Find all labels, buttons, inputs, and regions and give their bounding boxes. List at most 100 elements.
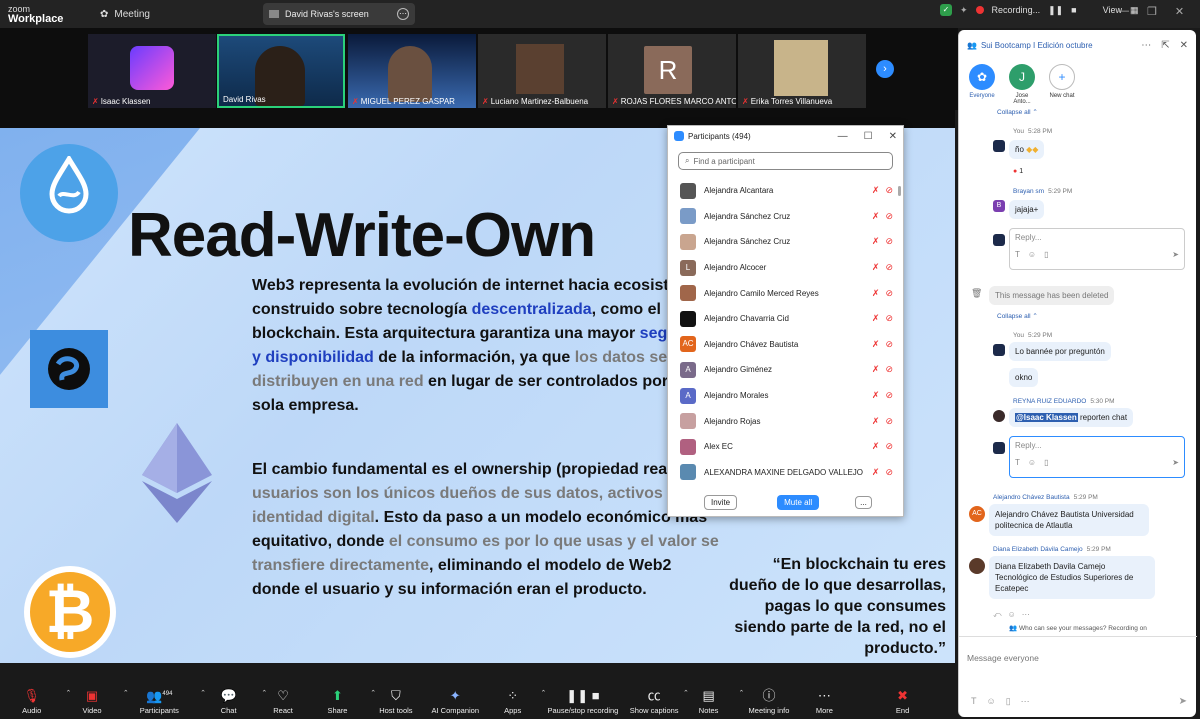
tab-jose[interactable]: J Jose Anto...	[1007, 64, 1037, 105]
end-button[interactable]: ✖ End	[847, 683, 958, 719]
audio-button[interactable]: 🎙 Audio ⌃	[0, 683, 71, 719]
pause-recording-button[interactable]: ❚❚ ■ Pause/stop recording	[538, 683, 627, 719]
video-off-icon[interactable]: ⊘	[885, 262, 893, 273]
tab-new-chat[interactable]: + New chat	[1047, 64, 1077, 105]
emoji-icon[interactable]: ☺	[1028, 250, 1036, 259]
close-window-icon[interactable]: ✕	[1175, 5, 1184, 18]
collapse-all-link[interactable]: Collapse all ⌃	[997, 108, 1038, 116]
file-icon[interactable]: ▯	[1044, 458, 1048, 467]
more-icon[interactable]: ⋯	[1141, 40, 1151, 51]
close-icon[interactable]: ✕	[1180, 40, 1188, 51]
pause-recording-icon[interactable]: ❚❚	[1048, 5, 1063, 16]
participant-row[interactable]: A Alejandro Morales ✗ ⊘	[668, 383, 903, 409]
video-off-icon[interactable]: ⊘	[885, 390, 893, 401]
message-bubble[interactable]: jajaja+	[1009, 200, 1045, 219]
video-off-icon[interactable]: ⊘	[885, 211, 893, 222]
participant-row[interactable]: AC Alejandro Chávez Bautista ✗ ⊘	[668, 332, 903, 358]
send-icon[interactable]: ➤	[1172, 458, 1179, 467]
tab-everyone[interactable]: ✿ Everyone	[967, 64, 997, 105]
muted-mic-icon[interactable]: ✗	[872, 236, 880, 247]
next-page-icon[interactable]: ›	[876, 60, 894, 78]
participant-row[interactable]: Alejandra Alcantara ✗ ⊘	[668, 178, 903, 204]
host-tools-button[interactable]: ⛉ Host tools	[368, 683, 423, 719]
video-tile[interactable]: ✗ Erika Torres Villanueva	[738, 34, 866, 108]
message-bubble[interactable]: okno	[1009, 368, 1039, 387]
sparkle-icon[interactable]: ✦	[960, 5, 968, 16]
invite-button[interactable]: Invite	[704, 494, 738, 510]
participant-row[interactable]: Alejandro Chavarria Cid ✗ ⊘	[668, 306, 903, 332]
message-bubble[interactable]: ño ◆◆	[1009, 140, 1045, 159]
video-off-icon[interactable]: ⊘	[885, 185, 893, 196]
video-off-icon[interactable]: ⊘	[885, 441, 893, 452]
muted-mic-icon[interactable]: ✗	[872, 313, 880, 324]
participant-row[interactable]: Alex EC ✗ ⊘	[668, 434, 903, 460]
muted-mic-icon[interactable]: ✗	[872, 262, 880, 273]
format-text-icon[interactable]: T	[971, 696, 977, 707]
video-off-icon[interactable]: ⊘	[885, 467, 893, 478]
message-bubble[interactable]: Diana Elizabeth Davila Camejo Tecnológic…	[989, 556, 1155, 599]
muted-mic-icon[interactable]: ✗	[872, 441, 880, 452]
more-icon[interactable]: ⋯	[1021, 696, 1030, 707]
emoji-icon[interactable]: ☺	[987, 696, 996, 707]
reaction-badge[interactable]: ● 1	[1013, 168, 1023, 175]
message-bubble[interactable]: @Isaac Klassen reporten chat	[1009, 408, 1134, 427]
participant-row[interactable]: Alejandro Rojas ✗ ⊘	[668, 408, 903, 434]
muted-mic-icon[interactable]: ✗	[872, 390, 880, 401]
mute-all-button[interactable]: Mute all	[777, 494, 820, 510]
captions-button[interactable]: ㏄ Show captions ⌃	[627, 683, 689, 719]
reply-icon[interactable]: ⤺	[993, 610, 1002, 620]
participant-row[interactable]: ALEXANDRA MAXINE DELGADO VALLEJO ✗ ⊘	[668, 460, 903, 486]
video-off-icon[interactable]: ⊘	[885, 364, 893, 375]
muted-mic-icon[interactable]: ✗	[872, 467, 880, 478]
format-text-icon[interactable]: T	[1015, 458, 1020, 467]
minimize-icon[interactable]: —	[838, 131, 848, 142]
video-off-icon[interactable]: ⊘	[885, 236, 893, 247]
muted-mic-icon[interactable]: ✗	[872, 211, 880, 222]
emoji-icon[interactable]: ☺	[1028, 458, 1036, 467]
scrollbar[interactable]	[898, 186, 901, 196]
video-button[interactable]: ▣ Video ⌃	[63, 683, 129, 719]
more-icon[interactable]: ⋯	[1022, 610, 1030, 620]
ai-companion-button[interactable]: ✦ AI Companion	[424, 683, 487, 719]
muted-mic-icon[interactable]: ✗	[872, 339, 880, 350]
apps-button[interactable]: ⁘ Apps ⌃	[487, 683, 546, 719]
video-off-icon[interactable]: ⊘	[885, 339, 893, 350]
format-text-icon[interactable]: T	[1015, 250, 1020, 259]
send-icon[interactable]: ➤	[1172, 250, 1179, 259]
chat-privacy-notice[interactable]: 👥 Who can see your messages? Recording o…	[959, 624, 1197, 632]
mention[interactable]: @Isaac Klassen	[1015, 413, 1078, 422]
video-tile[interactable]: R ✗ ROJAS FLORES MARCO ANTO...	[608, 34, 736, 108]
maximize-icon[interactable]: ❐	[1147, 5, 1157, 18]
participant-search-input[interactable]: ⌕ Find a participant	[678, 152, 893, 170]
message-bubble[interactable]: Alejandro Chávez Bautista Universidad po…	[989, 504, 1149, 536]
screen-share-tab[interactable]: David Rivas's screen ⋯	[263, 3, 415, 25]
message-input[interactable]: Message everyone T ☺ ▯ ⋯ ➤	[959, 636, 1197, 717]
more-options-button[interactable]: ...	[855, 495, 872, 509]
popout-icon[interactable]: ⇱	[1161, 40, 1169, 51]
video-tile-active-speaker[interactable]: David Rivas	[217, 34, 345, 108]
video-off-icon[interactable]: ⊘	[885, 416, 893, 427]
participant-row[interactable]: L Alejandro Alcocer ✗ ⊘	[668, 255, 903, 281]
file-icon[interactable]: ▯	[1006, 696, 1011, 707]
meeting-menu[interactable]: ✿ Meeting	[100, 9, 150, 20]
muted-mic-icon[interactable]: ✗	[872, 288, 880, 299]
muted-mic-icon[interactable]: ✗	[872, 364, 880, 375]
maximize-icon[interactable]: ☐	[864, 131, 873, 142]
muted-mic-icon[interactable]: ✗	[872, 185, 880, 196]
stop-recording-icon[interactable]: ■	[1071, 5, 1076, 15]
chat-button[interactable]: 💬 Chat ⌃	[198, 683, 268, 719]
video-off-icon[interactable]: ⊘	[885, 313, 893, 324]
meeting-info-button[interactable]: ⓘ Meeting info	[736, 683, 801, 719]
message-bubble[interactable]: Lo bannée por preguntón	[1009, 342, 1111, 361]
reply-input-focused[interactable]: Reply... T ☺ ▯ ➤	[1009, 436, 1185, 478]
emoji-icon[interactable]: ☺	[1008, 610, 1016, 620]
participant-row[interactable]: A Alejandro Giménez ✗ ⊘	[668, 357, 903, 383]
video-tile[interactable]: ✗ MIGUEL PEREZ GASPAR	[348, 34, 476, 108]
react-button[interactable]: ♡ React	[259, 683, 307, 719]
video-tile[interactable]: ✗ Isaac Klassen	[88, 34, 216, 108]
participant-row[interactable]: Alejandro Camilo Merced Reyes ✗ ⊘	[668, 280, 903, 306]
send-icon[interactable]: ➤	[1179, 696, 1187, 707]
video-off-icon[interactable]: ⊘	[885, 288, 893, 299]
muted-mic-icon[interactable]: ✗	[872, 416, 880, 427]
reply-input[interactable]: Reply... T ☺ ▯ ➤	[1009, 228, 1185, 270]
